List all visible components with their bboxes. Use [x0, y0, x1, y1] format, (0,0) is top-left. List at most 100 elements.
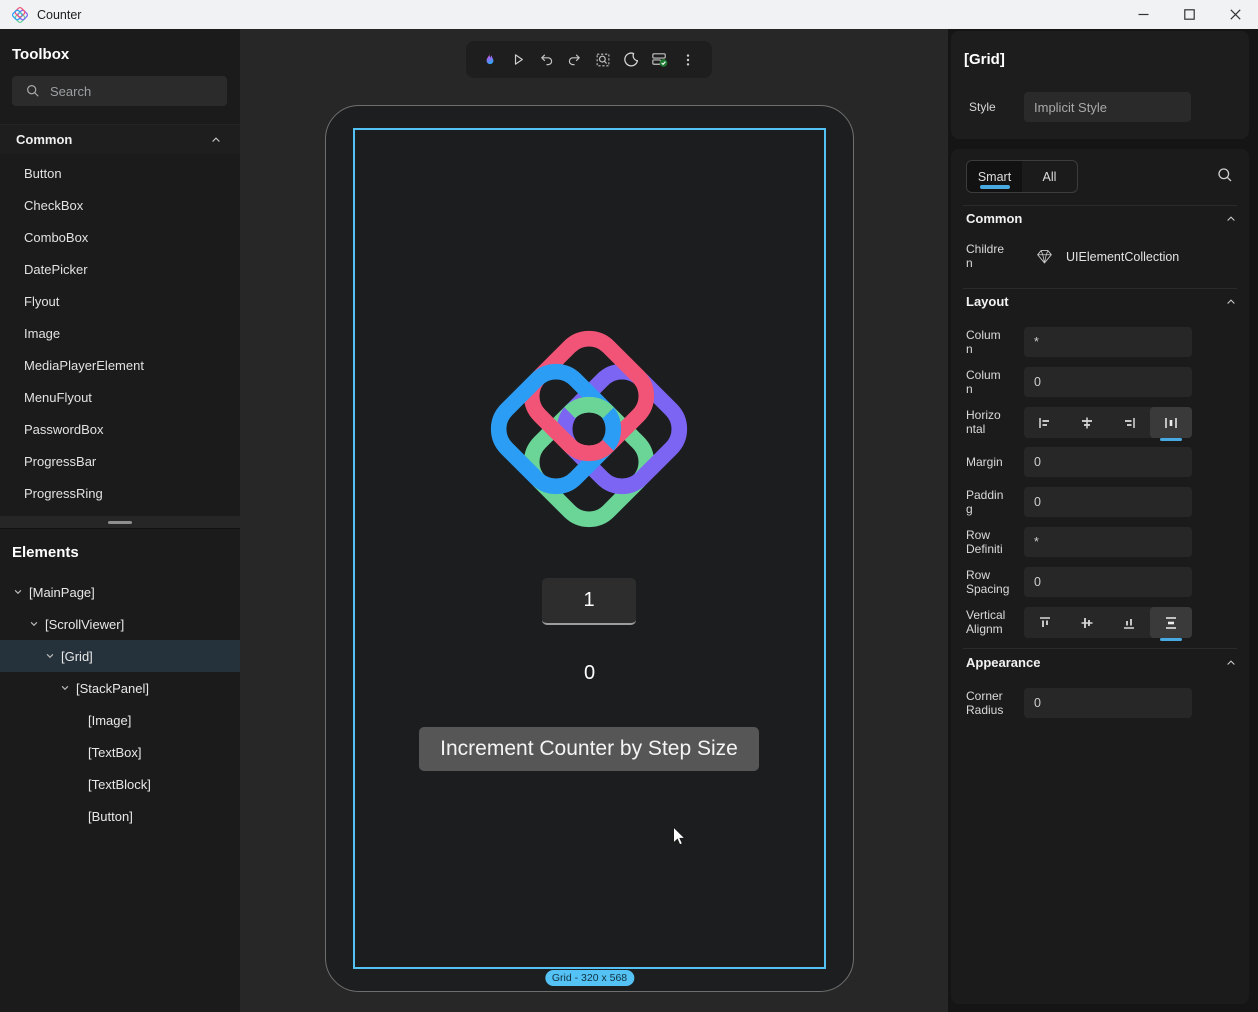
section-appearance[interactable]: Appearance — [966, 655, 1237, 670]
style-input[interactable] — [1024, 92, 1191, 122]
redo-button[interactable] — [563, 48, 587, 72]
tree-node-textbox[interactable]: [TextBox] — [0, 736, 240, 768]
column-definitions-row: Column — [966, 327, 1237, 357]
margin-input[interactable] — [1024, 447, 1192, 477]
align-right-icon — [1121, 415, 1137, 431]
prop-label: g — [966, 502, 1024, 516]
chevron-down-icon[interactable] — [58, 681, 72, 695]
properties-card: Smart All Common Childre n — [951, 149, 1249, 1004]
chevron-down-icon[interactable] — [27, 617, 41, 631]
properties-panel: [Grid] Style Smart All Common — [948, 29, 1258, 1012]
selection-size-badge: Grid - 320 x 568 — [545, 970, 634, 986]
toolbox-search-input[interactable] — [50, 84, 200, 99]
toolbox-item-menuflyout[interactable]: MenuFlyout — [0, 381, 240, 413]
tree-node-textblock[interactable]: [TextBlock] — [0, 768, 240, 800]
undo-button[interactable] — [535, 48, 559, 72]
more-options-button[interactable] — [676, 48, 700, 72]
counter-textblock[interactable]: 0 — [355, 662, 824, 685]
toolbox-item-progressring[interactable]: ProgressRing — [0, 477, 240, 509]
chevron-up-icon — [1225, 657, 1237, 669]
children-property-row: Childre n UIElementCollection — [966, 241, 1237, 273]
column-input[interactable] — [1024, 367, 1192, 397]
align-top-icon — [1037, 615, 1053, 631]
prop-label: Margin — [966, 455, 1024, 469]
toolbox-search[interactable] — [12, 76, 227, 106]
elements-tree: [MainPage] [ScrollViewer] [Grid] [StackP… — [0, 576, 240, 832]
prop-label: Colum — [966, 328, 1024, 342]
toolbox-item-combobox[interactable]: ComboBox — [0, 221, 240, 253]
tree-node-grid[interactable]: [Grid] — [0, 640, 240, 672]
toolbox-item-mediaplayerelement[interactable]: MediaPlayerElement — [0, 349, 240, 381]
zoom-selection-button[interactable] — [591, 48, 615, 72]
tree-node-mainpage[interactable]: [MainPage] — [0, 576, 240, 608]
panel-splitter[interactable] — [0, 516, 240, 529]
close-button[interactable] — [1212, 0, 1258, 29]
align-center-vertical-button[interactable] — [1066, 607, 1108, 638]
increment-button[interactable]: Increment Counter by Step Size — [419, 727, 759, 771]
maximize-button[interactable] — [1166, 0, 1212, 29]
zoom-selection-icon — [594, 51, 612, 69]
padding-row: Padding — [966, 487, 1237, 517]
align-bottom-icon — [1121, 615, 1137, 631]
section-layout-label: Layout — [966, 294, 1009, 309]
tree-node-stackpanel[interactable]: [StackPanel] — [0, 672, 240, 704]
section-common[interactable]: Common — [966, 211, 1237, 226]
toolbox-item-datepicker[interactable]: DatePicker — [0, 253, 240, 285]
prop-label: Definiti — [966, 542, 1024, 556]
row-spacing-input[interactable] — [1024, 567, 1192, 597]
row-definitions-input[interactable] — [1024, 527, 1192, 557]
prop-label: Alignm — [966, 622, 1024, 636]
toolbox-item-passwordbox[interactable]: PasswordBox — [0, 413, 240, 445]
chevron-down-icon[interactable] — [11, 585, 25, 599]
elements-title: Elements — [12, 544, 79, 561]
minimize-button[interactable] — [1120, 0, 1166, 29]
section-layout[interactable]: Layout — [966, 294, 1237, 309]
align-right-button[interactable] — [1108, 407, 1150, 438]
design-canvas[interactable]: 1 0 Increment Counter by Step Size Grid … — [240, 29, 948, 1012]
maximize-icon — [1184, 9, 1195, 20]
stretch-vertical-button[interactable] — [1150, 607, 1192, 638]
stretch-horizontal-button[interactable] — [1150, 407, 1192, 438]
prop-label: Row — [966, 528, 1024, 542]
toolbox-item-progressbar[interactable]: ProgressBar — [0, 445, 240, 477]
tab-all[interactable]: All — [1022, 161, 1077, 192]
corner-radius-input[interactable] — [1024, 688, 1192, 718]
row-definitions-row: RowDefiniti — [966, 527, 1237, 557]
dev-server-status-button[interactable] — [648, 48, 672, 72]
theme-toggle-button[interactable] — [619, 48, 643, 72]
align-center-horizontal-button[interactable] — [1066, 407, 1108, 438]
tree-node-label: [Image] — [88, 713, 131, 728]
tree-node-image[interactable]: [Image] — [0, 704, 240, 736]
prop-label: ntal — [966, 422, 1024, 436]
column-definitions-input[interactable] — [1024, 327, 1192, 357]
align-top-button[interactable] — [1024, 607, 1066, 638]
tab-smart[interactable]: Smart — [967, 161, 1022, 192]
app-preview-screen[interactable]: 1 0 Increment Counter by Step Size — [353, 128, 826, 969]
step-size-textbox[interactable]: 1 — [542, 578, 636, 625]
column-row: Column — [966, 367, 1237, 397]
toolbox-section-common[interactable]: Common — [0, 124, 240, 154]
align-bottom-button[interactable] — [1108, 607, 1150, 638]
align-left-button[interactable] — [1024, 407, 1066, 438]
children-value[interactable]: UIElementCollection — [1066, 241, 1179, 273]
toolbox-item-flyout[interactable]: Flyout — [0, 285, 240, 317]
hot-design-button[interactable] — [478, 48, 502, 72]
tree-node-scrollviewer[interactable]: [ScrollViewer] — [0, 608, 240, 640]
toolbox-item-checkbox[interactable]: CheckBox — [0, 189, 240, 221]
stretch-horizontal-icon — [1163, 415, 1179, 431]
properties-search-button[interactable] — [1217, 167, 1233, 188]
selected-indicator — [1160, 638, 1182, 641]
step-size-value: 1 — [583, 589, 594, 612]
style-label: Style — [969, 100, 1024, 114]
undo-icon — [538, 51, 555, 68]
toolbox-item-button[interactable]: Button — [0, 157, 240, 189]
chevron-down-icon[interactable] — [43, 649, 57, 663]
tree-node-button[interactable]: [Button] — [0, 800, 240, 832]
app-logo-icon — [11, 6, 29, 24]
align-left-icon — [1037, 415, 1053, 431]
vertical-alignment-group — [1024, 607, 1192, 638]
padding-input[interactable] — [1024, 487, 1192, 517]
uno-logo-image[interactable] — [479, 319, 699, 539]
play-button[interactable] — [506, 48, 530, 72]
toolbox-item-image[interactable]: Image — [0, 317, 240, 349]
